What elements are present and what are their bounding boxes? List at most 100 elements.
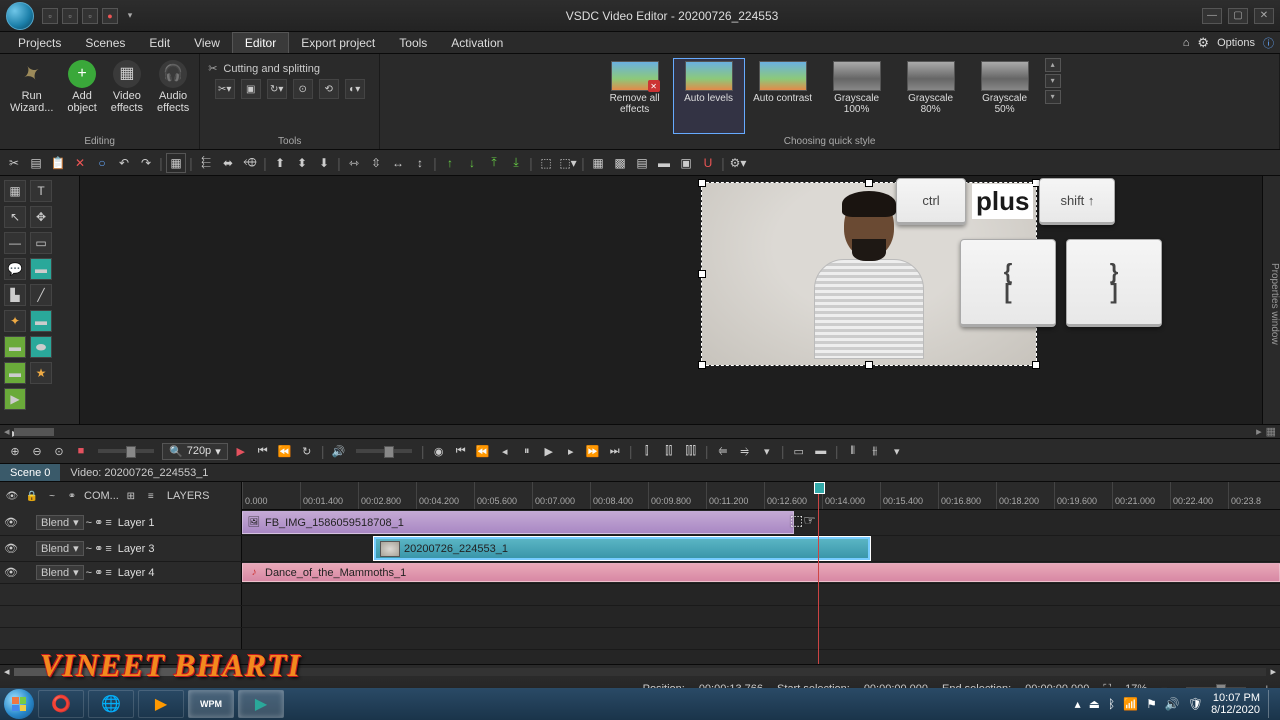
tl-crop-icon[interactable]: ▭ [790,442,808,460]
menu-projects[interactable]: Projects [6,32,73,53]
undo-icon[interactable]: ↶ [114,153,134,173]
pointer-palette-icon[interactable]: ↖ [4,206,26,228]
resize-handle-ml[interactable] [698,270,706,278]
tray-volume-icon[interactable]: 🔊 [1165,697,1180,711]
tray-clock[interactable]: 10:07 PM 8/12/2020 [1211,692,1260,716]
play-icon[interactable]: ▶ [232,442,250,460]
hscroll-right[interactable]: ▸ [1256,425,1262,438]
clip-image[interactable]: 🖼 FB_IMG_1586059518708_1 [242,511,794,534]
taskbar-chrome[interactable]: 🌐 [88,690,134,718]
header-wave-icon[interactable]: ~ [44,488,60,504]
styles-scroll-up[interactable]: ▴ [1045,58,1061,72]
header-lock-icon[interactable]: 🔒 [24,488,40,504]
track3-blend-dropdown[interactable]: Blend▾ [36,565,84,580]
tl-scroll-left[interactable]: ◂ [4,665,10,678]
style-grayscale-100[interactable]: Grayscale 100% [821,58,893,134]
color-tool-icon[interactable]: ◐▾ [345,79,365,99]
resize-handle-tl[interactable] [698,179,706,187]
grid-icon[interactable]: ▦ [588,153,608,173]
style-remove-all[interactable]: Remove all effects [599,58,671,134]
hscroll-end-icon[interactable]: ▦ [1266,425,1276,438]
hscroll-left[interactable]: ◂ [4,425,10,438]
taskbar-vsdc[interactable]: ▶ [238,690,284,718]
tray-shield-icon[interactable]: 🛡 [1188,697,1203,711]
qa-open-icon[interactable]: ▫ [62,8,78,24]
tl-crop2-icon[interactable]: ▬ [812,442,830,460]
hscroll-thumb[interactable] [14,428,54,436]
ellipse-palette-icon[interactable]: ⬬ [30,336,52,358]
underline-icon[interactable]: U [698,153,718,173]
taskbar-wpm[interactable]: WPM [188,690,234,718]
style-grayscale-50[interactable]: Grayscale 50% [969,58,1041,134]
clip-video[interactable]: 20200726_224553_1 [374,537,870,560]
track1-list-icon[interactable]: ≡ [105,517,111,529]
maximize-button[interactable]: ▢ [1228,8,1248,24]
tl-wave1-icon[interactable]: ⫴ [844,442,862,460]
resize-handle-bl[interactable] [698,361,706,369]
menu-scenes[interactable]: Scenes [73,32,137,53]
move-palette-icon[interactable]: ✥ [30,206,52,228]
align-left-icon[interactable]: ⬱ [196,153,216,173]
redo-icon[interactable]: ↷ [136,153,156,173]
menu-view[interactable]: View [182,32,232,53]
help-icon[interactable]: ⓘ [1263,35,1274,51]
marker-icon[interactable]: ▬ [654,153,674,173]
track1-eye-icon[interactable]: 👁 [4,516,18,529]
align-center-icon[interactable]: ⬌ [218,153,238,173]
resize-handle-br[interactable] [1032,361,1040,369]
run-wizard-button[interactable]: ✦ Run Wizard... [8,58,55,116]
tray-up-icon[interactable]: ▴ [1075,697,1081,711]
style-auto-levels[interactable]: Auto levels [673,58,745,134]
tl-stepfwd-icon[interactable]: ▸ [562,442,580,460]
qa-dropdown-icon[interactable]: ▾ [122,8,138,24]
track2-wave-icon[interactable]: ~ [86,543,92,555]
audio-effects-button[interactable]: 🎧 Audio effects [155,58,191,116]
grid3-icon[interactable]: ▤ [632,153,652,173]
tl-play-icon[interactable]: ▶ [540,442,558,460]
tl-first-icon[interactable]: ⏮ [452,442,470,460]
menu-activation[interactable]: Activation [439,32,515,53]
track1-wave-icon[interactable]: ~ [86,517,92,529]
menu-export[interactable]: Export project [289,32,387,53]
playhead[interactable] [818,482,819,664]
speed-tool-icon[interactable]: ⊙ [293,79,313,99]
down2-green-icon[interactable]: ⤓ [506,153,526,173]
rect-palette-icon[interactable]: ▭ [30,232,52,254]
track3-wave-icon[interactable]: ~ [86,567,92,579]
track2-eye-icon[interactable]: 👁 [4,542,18,555]
align-middle-icon[interactable]: ⬍ [292,153,312,173]
safe-zone-icon[interactable]: ▣ [676,153,696,173]
header-eye-icon[interactable]: 👁 [4,488,20,504]
crop-tool-icon[interactable]: ▣ [241,79,261,99]
style-grayscale-80[interactable]: Grayscale 80% [895,58,967,134]
track3-list-icon[interactable]: ≡ [105,567,111,579]
grid2-icon[interactable]: ▩ [610,153,630,173]
style-auto-contrast[interactable]: Auto contrast [747,58,819,134]
tray-safely-remove-icon[interactable]: ⏏ [1089,697,1100,711]
grid-palette-icon[interactable]: ▦ [4,180,26,202]
up-green-icon[interactable]: ↑ [440,153,460,173]
qa-save-icon[interactable]: ▫ [82,8,98,24]
menu-edit[interactable]: Edit [137,32,182,53]
tl-wave2-icon[interactable]: ⫵ [866,442,884,460]
show-desktop-button[interactable] [1268,690,1276,718]
reverse-tool-icon[interactable]: ⟲ [319,79,339,99]
clip-audio[interactable]: ♪ Dance_of_the_Mammoths_1 [242,563,1280,582]
tl-marker-icon[interactable]: ◉ [430,442,448,460]
track2-list-icon[interactable]: ≡ [105,543,111,555]
tl-wavemore-icon[interactable]: ▾ [888,442,906,460]
group-icon[interactable]: ⬚ [536,153,556,173]
paste-icon[interactable]: 📋 [48,153,68,173]
app-orb-icon[interactable] [6,2,34,30]
tl-next-icon[interactable]: ⏩ [584,442,602,460]
header-link-icon[interactable]: ⚭ [64,488,80,504]
styles-scroll-down[interactable]: ▾ [1045,74,1061,88]
chart-palette-icon[interactable]: ▙ [4,284,26,306]
video-effects-button[interactable]: ▦ Video effects [109,58,145,116]
tl-prev-icon[interactable]: ⏪ [474,442,492,460]
distribute-h-icon[interactable]: ⇿ [344,153,364,173]
cutting-splitting-button[interactable]: Cutting and splitting [223,63,320,75]
zoom-out-icon[interactable]: ⊖ [28,442,46,460]
align-bottom-icon[interactable]: ⬇ [314,153,334,173]
zoom-in-icon[interactable]: ⊕ [6,442,24,460]
